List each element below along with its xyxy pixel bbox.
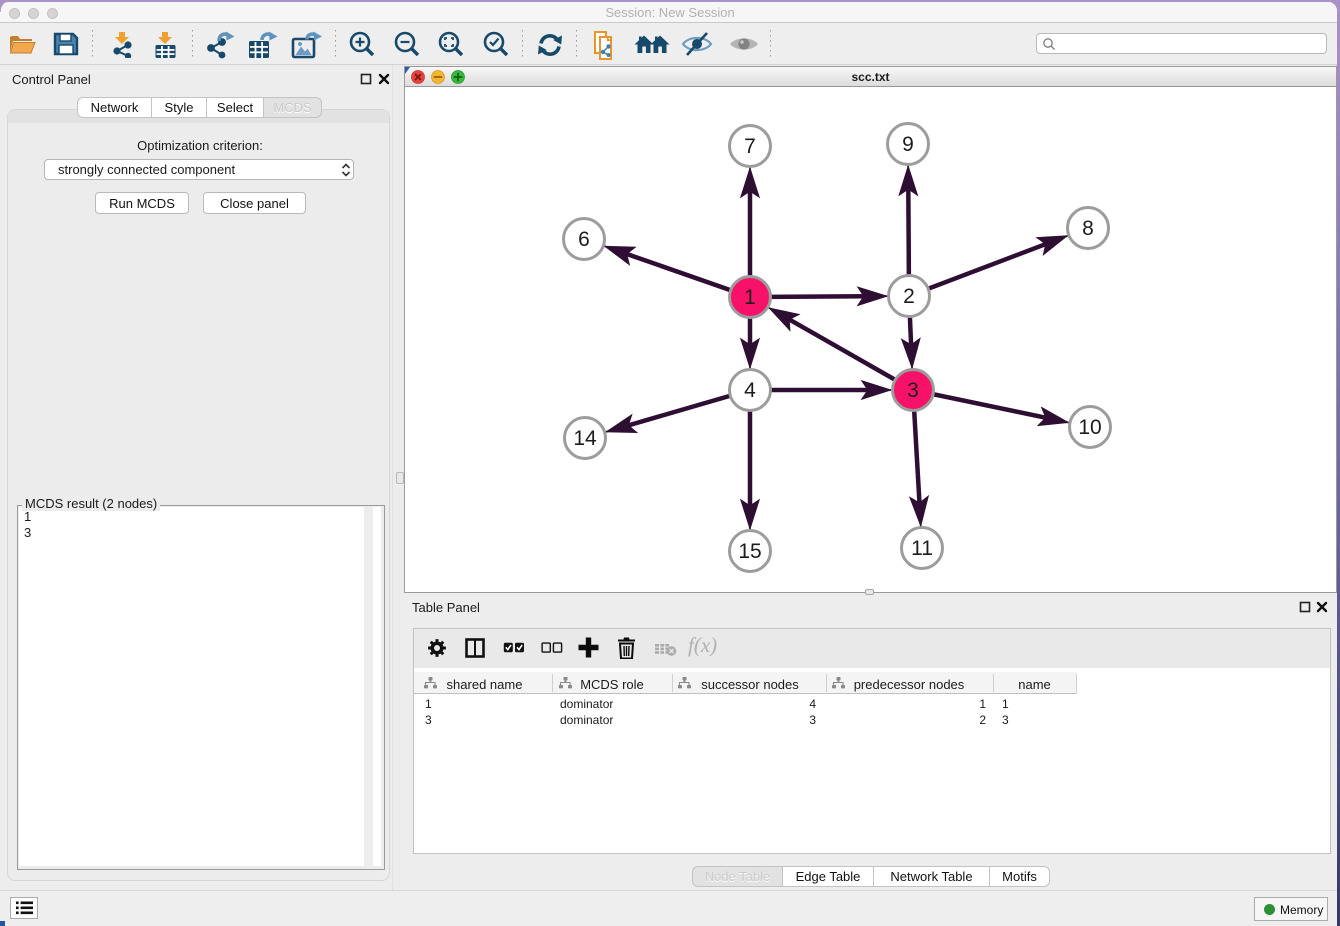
svg-text:14: 14	[573, 427, 597, 450]
svg-text:11: 11	[911, 537, 933, 560]
svg-text:10: 10	[1078, 416, 1101, 439]
svg-text:2: 2	[903, 285, 915, 308]
svg-text:4: 4	[744, 379, 756, 402]
svg-text:6: 6	[578, 228, 590, 251]
svg-text:3: 3	[907, 379, 919, 402]
svg-text:7: 7	[744, 135, 756, 158]
svg-text:15: 15	[738, 540, 761, 563]
svg-text:1: 1	[744, 286, 756, 309]
svg-text:8: 8	[1082, 217, 1094, 240]
svg-text:9: 9	[902, 133, 914, 156]
